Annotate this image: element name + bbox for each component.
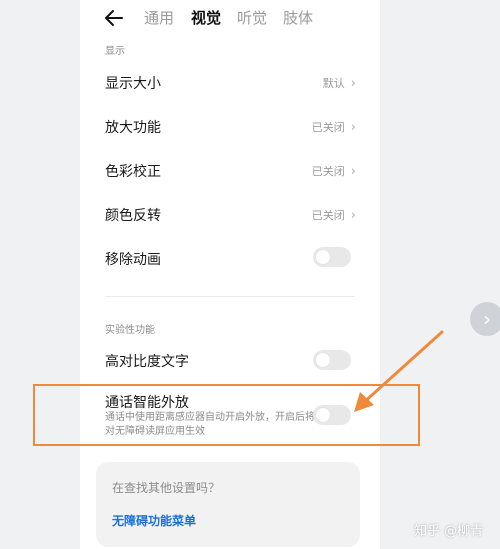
chevron-right-icon: › [350,76,356,91]
next-page-button[interactable]: › [470,302,500,336]
section-label-experimental: 实验性功能 [105,325,155,336]
accessibility-menu-link[interactable]: 无障碍功能菜单 [112,512,196,529]
settings-screen: 通用 视觉 听觉 肢体 显示 显示大小 默认 › 放大功能 已关闭 › 色彩校正 已… [80,0,380,549]
tab-general[interactable]: 通用 [144,8,174,28]
header: 通用 视觉 听觉 肢体 [80,0,380,38]
chevron-right-icon: › [483,307,491,331]
row-title: 色彩校正 [105,164,161,180]
toggle-knob [316,250,330,264]
divider [105,296,355,297]
row-title: 高对比度文字 [105,354,189,370]
row-value: 已关闭 [311,209,345,222]
help-question: 在查找其他设置吗？ [112,481,221,495]
tab-motor[interactable]: 肢体 [283,8,313,28]
high-contrast-text-toggle[interactable] [313,350,351,370]
tab-vision[interactable]: 视觉 [191,8,221,28]
row-value: 已关闭 [311,121,345,134]
row-title: 显示大小 [105,76,161,92]
chevron-right-icon: › [350,120,356,135]
section-label-display: 显示 [105,46,125,57]
remove-animations-toggle[interactable] [313,247,351,267]
annotation-arrow-icon [354,330,444,412]
row-title: 放大功能 [105,120,161,136]
watermark: 知乎 @柳青 [414,524,484,539]
toggle-knob [316,353,330,367]
back-arrow-icon[interactable] [104,6,126,30]
chevron-right-icon: › [350,164,356,179]
chevron-right-icon: › [350,208,356,223]
row-title: 颜色反转 [105,208,161,224]
tab-hearing[interactable]: 听觉 [237,8,267,28]
row-title: 移除动画 [105,252,161,268]
help-card: 在查找其他设置吗？ 无障碍功能菜单 [96,462,360,547]
row-value: 已关闭 [311,165,345,178]
row-value: 默认 [322,77,345,90]
